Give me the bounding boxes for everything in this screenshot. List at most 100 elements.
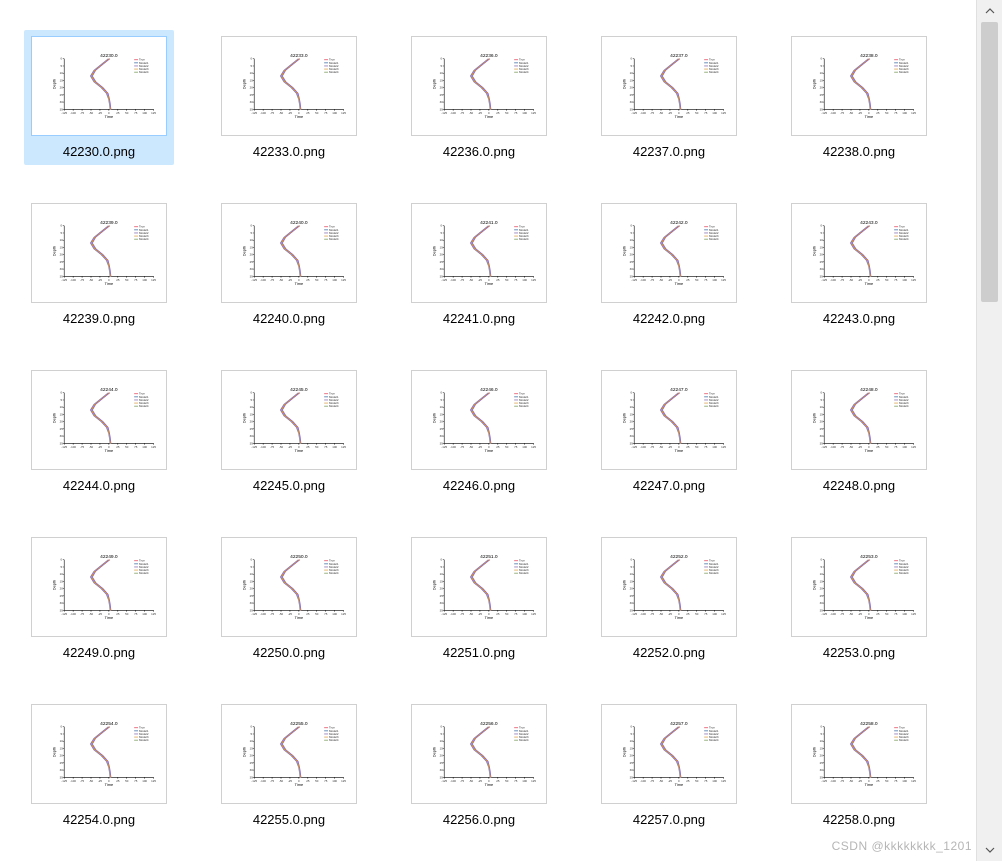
file-item[interactable]: 42243.0 -125-100-75-50-25025507510012505… [784,197,934,332]
svg-text:75: 75 [134,779,138,783]
svg-text:-100: -100 [70,278,76,282]
svg-text:25: 25 [440,427,444,431]
file-item[interactable]: 42257.0 -125-100-75-50-25025507510012505… [594,698,744,833]
svg-text:0: 0 [630,725,632,729]
svg-text:-50: -50 [659,779,664,783]
file-item[interactable]: 42239.0 -125-100-75-50-25025507510012505… [24,197,174,332]
svg-text:25: 25 [306,445,310,449]
file-item[interactable]: 42249.0 -125-100-75-50-25025507510012505… [24,531,174,666]
file-name-label: 42240.0.png [253,311,325,326]
svg-text:20: 20 [630,253,634,257]
svg-text:20: 20 [820,86,824,90]
svg-text:10: 10 [60,71,64,75]
file-item[interactable]: 42245.0 -125-100-75-50-25025507510012505… [214,364,364,499]
svg-text:-25: -25 [478,779,483,783]
svg-text:0: 0 [630,57,632,61]
scroll-down-button[interactable] [977,839,1002,861]
svg-text:75: 75 [324,445,328,449]
svg-text:25: 25 [60,260,64,264]
file-item[interactable]: 42254.0 -125-100-75-50-25025507510012505… [24,698,174,833]
svg-text:10: 10 [60,405,64,409]
svg-text:50: 50 [695,612,699,616]
file-item[interactable]: 42250.0 -125-100-75-50-25025507510012505… [214,531,364,666]
svg-text:25: 25 [250,93,254,97]
file-item[interactable]: 42247.0 -125-100-75-50-25025507510012505… [594,364,744,499]
file-item[interactable]: 42256.0 -125-100-75-50-25025507510012505… [404,698,554,833]
svg-text:0: 0 [440,558,442,562]
svg-text:5: 5 [60,565,62,569]
svg-text:5: 5 [630,565,632,569]
svg-text:Depth: Depth [811,747,816,757]
svg-text:20: 20 [250,587,254,591]
svg-text:Depth: Depth [621,747,626,757]
chart-thumbnail-icon: 42256.0 -125-100-75-50-25025507510012505… [432,719,538,787]
file-item[interactable]: 42237.0 -125-100-75-50-25025507510012505… [594,30,744,165]
svg-text:-25: -25 [478,111,483,115]
svg-text:0: 0 [820,224,822,228]
file-item[interactable]: 42255.0 -125-100-75-50-25025507510012505… [214,698,364,833]
svg-text:0: 0 [820,558,822,562]
svg-text:Model4: Model4 [139,70,149,74]
file-item[interactable]: 42246.0 -125-100-75-50-25025507510012505… [404,364,554,499]
svg-text:-100: -100 [450,111,456,115]
svg-text:15: 15 [60,412,64,416]
svg-text:5: 5 [250,732,252,736]
svg-text:35: 35 [60,441,64,445]
svg-text:Depth: Depth [51,413,56,423]
file-item[interactable]: 42253.0 -125-100-75-50-25025507510012505… [784,531,934,666]
svg-text:-100: -100 [640,111,646,115]
file-item[interactable]: 42236.0 -125-100-75-50-25025507510012505… [404,30,554,165]
svg-text:Model4: Model4 [139,738,149,742]
file-item[interactable]: 42233.0 -125-100-75-50-25025507510012505… [214,30,364,165]
svg-text:-25: -25 [668,779,673,783]
svg-text:30: 30 [820,100,824,104]
svg-text:20: 20 [440,587,444,591]
svg-text:Model4: Model4 [709,738,719,742]
svg-text:0: 0 [60,391,62,395]
svg-text:15: 15 [820,78,824,82]
svg-text:25: 25 [820,761,824,765]
file-item[interactable]: 42238.0 -125-100-75-50-25025507510012505… [784,30,934,165]
svg-text:100: 100 [142,612,147,616]
file-item[interactable]: 42252.0 -125-100-75-50-25025507510012505… [594,531,744,666]
svg-text:15: 15 [60,579,64,583]
file-item[interactable]: 42248.0 -125-100-75-50-25025507510012505… [784,364,934,499]
svg-text:25: 25 [306,612,310,616]
svg-text:-25: -25 [858,111,863,115]
svg-text:25: 25 [630,594,634,598]
svg-text:-125: -125 [821,612,827,616]
file-item[interactable]: 42230.0 -125-100-75-50-25025507510012505… [24,30,174,165]
svg-text:Time: Time [865,782,873,787]
svg-text:-100: -100 [70,612,76,616]
svg-text:50: 50 [315,111,319,115]
file-name-label: 42236.0.png [443,144,515,159]
svg-text:100: 100 [712,445,717,449]
svg-text:10: 10 [820,71,824,75]
svg-text:25: 25 [250,594,254,598]
vertical-scrollbar-thumb[interactable] [981,22,998,302]
svg-text:-100: -100 [450,278,456,282]
svg-text:50: 50 [505,612,509,616]
svg-text:20: 20 [820,587,824,591]
svg-text:-75: -75 [650,111,655,115]
file-item[interactable]: 42241.0 -125-100-75-50-25025507510012505… [404,197,554,332]
file-name-label: 42241.0.png [443,311,515,326]
file-item[interactable]: 42242.0 -125-100-75-50-25025507510012505… [594,197,744,332]
svg-text:10: 10 [820,405,824,409]
file-thumbnail: 42253.0 -125-100-75-50-25025507510012505… [791,537,927,637]
file-explorer-content[interactable]: 42230.0 -125-100-75-50-25025507510012505… [0,0,976,861]
file-item[interactable]: 42258.0 -125-100-75-50-25025507510012505… [784,698,934,833]
svg-text:15: 15 [820,579,824,583]
svg-text:-100: -100 [450,445,456,449]
svg-text:25: 25 [876,278,880,282]
svg-text:Depth: Depth [811,413,816,423]
svg-text:10: 10 [250,739,254,743]
svg-text:10: 10 [250,238,254,242]
svg-text:Model4: Model4 [709,237,719,241]
file-item[interactable]: 42251.0 -125-100-75-50-25025507510012505… [404,531,554,666]
file-item[interactable]: 42244.0 -125-100-75-50-25025507510012505… [24,364,174,499]
svg-text:25: 25 [630,761,634,765]
file-item[interactable]: 42240.0 -125-100-75-50-25025507510012505… [214,197,364,332]
scroll-up-button[interactable] [977,0,1002,22]
svg-text:Time: Time [105,448,113,453]
